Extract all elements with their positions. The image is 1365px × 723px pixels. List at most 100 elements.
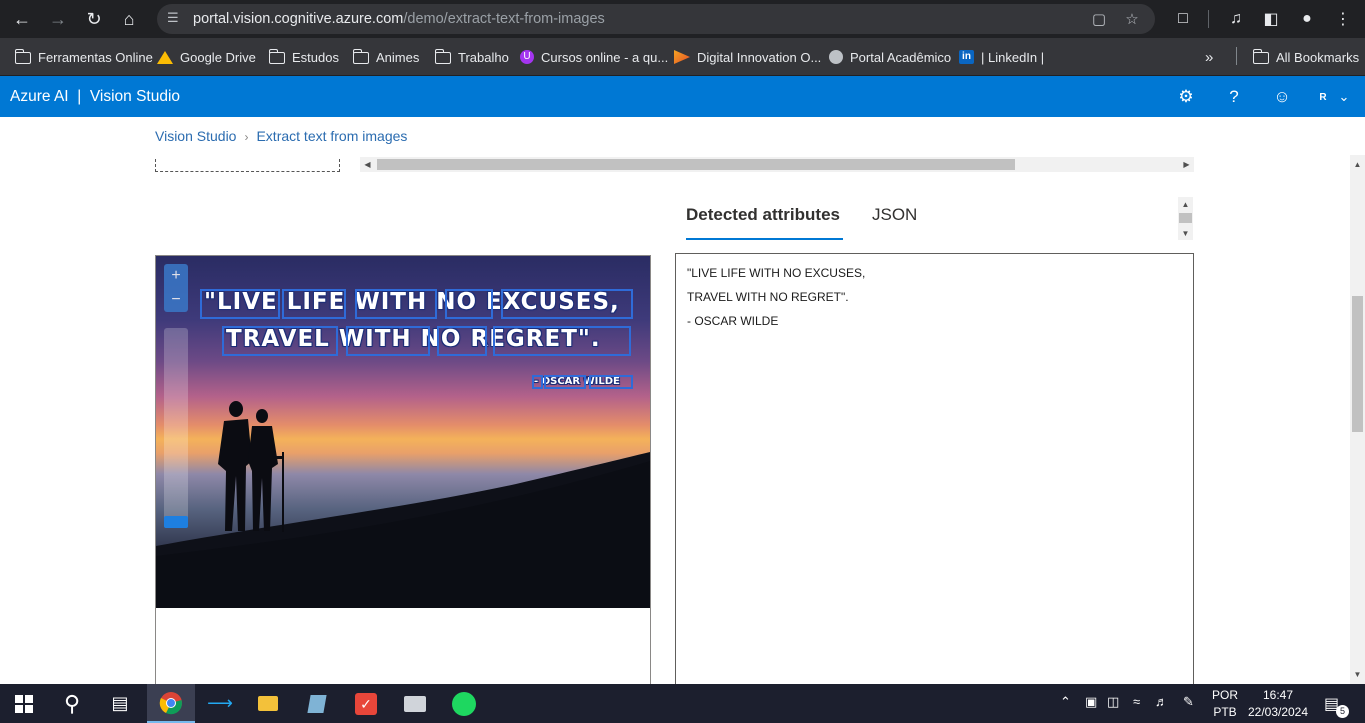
bookmarks-divider (1236, 47, 1237, 65)
ocr-word-box[interactable] (355, 289, 437, 319)
bookmarks-overflow-chevron-icon[interactable]: » (1205, 48, 1213, 66)
meet-now-icon[interactable]: ▣ (1085, 694, 1097, 710)
back-arrow-icon[interactable]: ← (11, 8, 33, 30)
windows-taskbar: ⚲ ▤ ⟶ ✓ ⌃ ▣ ◫ ≈ ♬ ✎ POR PTB 16:47 22/03/… (0, 684, 1365, 723)
todo-app-icon[interactable]: ✓ (342, 684, 390, 723)
app-title[interactable]: Azure AI | Vision Studio (10, 88, 180, 106)
ocr-word-box[interactable] (544, 375, 586, 389)
scroll-up-arrow-icon[interactable]: ▲ (1178, 198, 1193, 210)
bookmark-label: Estudos (292, 49, 339, 65)
extensions-icon[interactable]: □ (1172, 8, 1194, 30)
pen-workspace-icon[interactable]: ✎ (1183, 694, 1194, 710)
clock-time[interactable]: 16:47 (1245, 688, 1311, 702)
linkedin-icon: in (959, 50, 974, 64)
task-view-icon[interactable]: ▤ (96, 684, 144, 723)
zoom-slider-thumb[interactable] (164, 516, 188, 528)
scroll-up-arrow-icon[interactable]: ▲ (1350, 157, 1365, 172)
azure-header: Azure AI | Vision Studio ⚙ ? ☺ R ⌄ (0, 76, 1365, 117)
profile-avatar-icon[interactable]: ● (1296, 8, 1318, 30)
url-text[interactable]: portal.vision.cognitive.azure.com/demo/e… (193, 11, 605, 27)
tab-json[interactable]: JSON (872, 205, 917, 225)
volume-icon[interactable]: ♬ (1155, 694, 1168, 709)
bookmark-cursos-online[interactable]: U Cursos online - a qu... (520, 48, 668, 66)
ocr-word-box[interactable] (589, 375, 633, 389)
forward-arrow-icon[interactable]: → (47, 8, 69, 30)
url-host: portal.vision.cognitive.azure.com (193, 11, 404, 27)
tabs-scrollbar[interactable]: ▲ ▼ (1178, 197, 1193, 240)
spotify-app-icon[interactable] (440, 684, 488, 723)
bookmark-label: Digital Innovation O... (697, 49, 822, 65)
side-panel-icon[interactable]: ◧ (1260, 8, 1282, 30)
zoom-out-button[interactable]: − (164, 288, 188, 312)
scrollbar-thumb[interactable] (1179, 213, 1192, 223)
bookmark-label: Ferramentas Online (38, 49, 153, 65)
bookmark-portal-academico[interactable]: Portal Acadêmico (829, 48, 951, 66)
zoom-slider-track[interactable] (164, 328, 188, 528)
address-bar[interactable]: ☰ portal.vision.cognitive.azure.com/demo… (157, 4, 1155, 34)
user-avatar[interactable]: R (1314, 88, 1332, 106)
zoom-in-button[interactable]: + (164, 264, 188, 288)
ocr-word-box[interactable] (200, 289, 280, 319)
scroll-left-arrow-icon[interactable]: ◀ (360, 157, 375, 172)
chrome-app-icon[interactable] (147, 684, 195, 723)
bookmarks-bar: Ferramentas Online Google Drive Estudos … (0, 38, 1365, 76)
home-icon[interactable]: ⌂ (118, 8, 140, 30)
settings-gear-icon[interactable]: ⚙ (1175, 86, 1197, 108)
all-bookmarks[interactable]: All Bookmarks (1252, 48, 1359, 66)
notes-app-icon[interactable] (293, 684, 341, 723)
remote-desktop-icon[interactable] (391, 684, 439, 723)
analyzed-photo[interactable]: "LIVE LIFE WITH NO EXCUSES, TRAVEL WITH … (156, 256, 650, 608)
bookmark-linkedin[interactable]: in | LinkedIn | (959, 48, 1044, 66)
media-control-icon[interactable]: ♫ (1225, 8, 1247, 30)
bookmark-animes[interactable]: Animes (352, 48, 420, 66)
scroll-down-arrow-icon[interactable]: ▼ (1178, 227, 1193, 239)
folder-icon (434, 49, 451, 64)
breadcrumb-current[interactable]: Extract text from images (256, 128, 407, 144)
ocr-word-box[interactable] (282, 289, 346, 319)
site-info-icon[interactable]: ☰ (167, 10, 183, 26)
breadcrumb-vision-studio[interactable]: Vision Studio (155, 128, 236, 144)
clock-date[interactable]: 22/03/2024 (1245, 705, 1311, 719)
bookmark-estudos[interactable]: Estudos (268, 48, 339, 66)
ocr-word-box[interactable] (437, 326, 487, 356)
vscode-app-icon[interactable]: ⟶ (196, 684, 244, 723)
ocr-word-box[interactable] (222, 326, 338, 356)
windows-start-icon[interactable] (0, 684, 48, 723)
scrollbar-thumb[interactable] (1352, 296, 1363, 432)
url-path: /demo/extract-text-from-images (403, 11, 605, 27)
hikers-silhouette (218, 401, 284, 532)
account-chevron-down-icon[interactable]: ⌄ (1333, 86, 1355, 108)
bookmark-label: Animes (376, 49, 420, 65)
language-indicator-bottom[interactable]: PTB (1211, 705, 1239, 719)
ocr-word-box[interactable] (445, 289, 493, 319)
bookmark-ferramentas-online[interactable]: Ferramentas Online (14, 48, 153, 66)
file-explorer-icon[interactable] (244, 684, 292, 723)
ocr-word-box[interactable] (501, 289, 633, 319)
tab-detected-attributes[interactable]: Detected attributes (686, 205, 843, 240)
bookmark-star-icon[interactable]: ☆ (1122, 9, 1142, 29)
page-scrollbar[interactable]: ▲ ▼ (1350, 155, 1365, 684)
battery-icon[interactable]: ◫ (1107, 694, 1119, 710)
scrollbar-thumb[interactable] (377, 159, 1015, 170)
reload-icon[interactable]: ↻ (83, 8, 105, 30)
chrome-menu-icon[interactable]: ⋮ (1332, 8, 1354, 30)
feedback-smiley-icon[interactable]: ☺ (1271, 86, 1293, 108)
bookmark-google-drive[interactable]: Google Drive (157, 48, 256, 66)
tray-overflow-chevron-icon[interactable]: ⌃ (1060, 694, 1071, 710)
scroll-down-arrow-icon[interactable]: ▼ (1350, 667, 1365, 682)
sample-gallery-scrollbar[interactable]: ◀ ▶ (360, 157, 1194, 172)
upload-dropzone[interactable] (155, 159, 340, 172)
breadcrumb-chevron-icon: › (244, 130, 249, 144)
bookmark-trabalho[interactable]: Trabalho (434, 48, 509, 66)
notification-count-badge: 5 (1336, 705, 1349, 718)
ocr-word-box[interactable] (493, 326, 631, 356)
help-question-icon[interactable]: ? (1223, 86, 1245, 108)
translate-icon[interactable]: ▢ (1089, 9, 1109, 29)
scroll-right-arrow-icon[interactable]: ▶ (1179, 157, 1194, 172)
wifi-icon[interactable]: ≈ (1133, 694, 1140, 709)
language-indicator-top[interactable]: POR (1211, 688, 1239, 702)
search-icon[interactable]: ⚲ (48, 684, 96, 723)
bookmark-digital-innovation[interactable]: Digital Innovation O... (674, 48, 821, 66)
ocr-word-box[interactable] (346, 326, 430, 356)
ocr-word-box[interactable] (532, 375, 543, 389)
